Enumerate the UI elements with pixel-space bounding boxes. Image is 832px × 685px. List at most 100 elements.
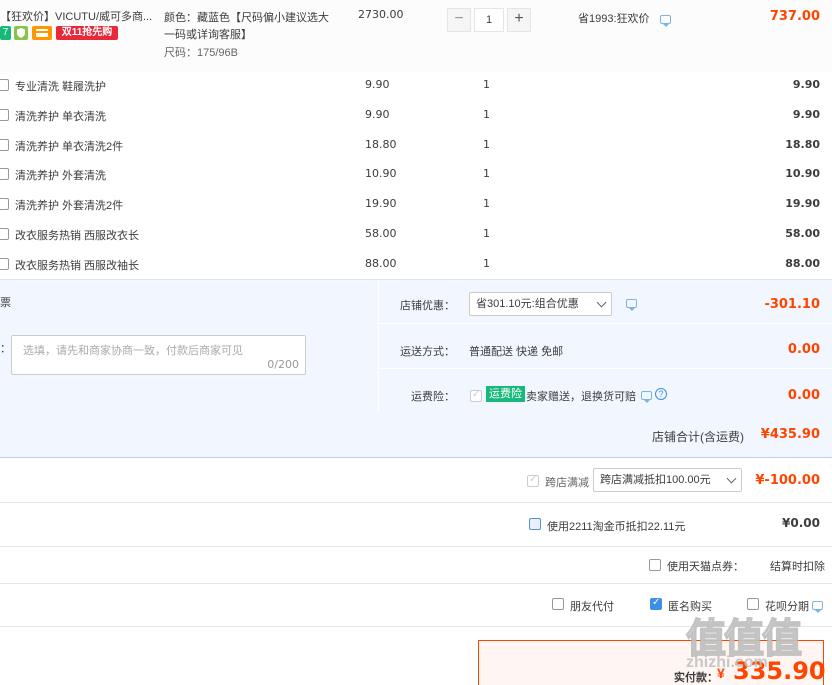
tmall-points-checkbox[interactable] [649,559,661,571]
chat-icon[interactable] [641,391,652,403]
cross-store-dropdown[interactable]: 跨店满减抵扣100.00元 [593,468,742,492]
insurance-amount: 0.00 [787,388,820,403]
service-price: 9.90 [365,78,390,91]
service-name: 改衣服务热销 西服改袖长 [15,260,140,272]
watermark-site: zhizhi.com [686,654,768,671]
main-order-item: 【狂欢价】VICUTU/威可多商... 7 双11抢先购 颜色：藏蓝色【尺码偏小… [0,0,832,72]
saving-text: 省1993:狂欢价 [578,13,650,25]
service-row: 专业清洗 鞋履洗护 9.90 1 9.90 [0,70,832,100]
panel-divider [378,280,379,413]
service-checkbox[interactable] [0,139,9,151]
discount-label: 店铺优惠： [400,300,455,312]
service-checkbox[interactable] [0,228,9,240]
cross-store-label: 跨店满减 [545,477,589,489]
friend-pay-checkbox[interactable] [552,598,564,610]
divider [0,546,832,547]
panel-divider [378,323,832,324]
badge-card-icon [32,26,52,40]
service-total: 88.00 [785,257,820,270]
service-row: 改衣服务热销 西服改袖长 88.00 1 88.00 [0,249,832,279]
shipping-amount: 0.00 [787,342,820,357]
invoice-label: 票 [0,297,11,309]
anonymous-checkbox[interactable] [650,597,662,610]
chevron-down-icon [596,297,607,308]
shop-subtotal-row: 店铺合计(含运费) ¥435.90 [0,412,832,458]
insurance-label: 运费险： [411,391,455,403]
service-qty: 1 [483,138,490,151]
service-total: 9.90 [792,108,820,121]
service-row: 清洗养护 单衣清洗 9.90 1 9.90 [0,100,832,130]
service-row: 清洗养护 外套清洗2件 19.90 1 19.90 [0,189,832,219]
service-price: 18.80 [365,138,397,151]
sku-color: 颜色：藏蓝色【尺码偏小建议选大 [164,12,329,24]
service-checkbox[interactable] [0,79,9,91]
message-textarea[interactable]: 选填，请先和商家协商一致，付款后商家可见 0/200 [11,335,306,375]
taobao-coin-checkbox[interactable] [529,518,541,530]
tmall-points-value: 结算时扣除 [770,561,825,573]
service-qty: 1 [483,197,490,210]
service-name: 清洗养护 外套清洗2件 [15,200,124,212]
discount-amount: -301.10 [764,297,820,312]
service-qty: 1 [483,108,490,121]
service-price: 10.90 [365,167,397,180]
badge-double11: 双11抢先购 [56,26,118,40]
service-qty: 1 [483,167,490,180]
qty-plus-button[interactable]: + [507,8,531,32]
service-name: 清洗养护 外套清洗 [15,170,107,182]
message-label: ： [0,343,11,355]
item-title[interactable]: 【狂欢价】VICUTU/威可多商... [0,8,158,24]
cross-store-checkbox [527,474,539,487]
chat-icon[interactable] [626,299,637,311]
service-total: 19.90 [785,197,820,210]
sku-size: 尺码：175/96B [164,47,238,59]
taobao-coin-label: 使用2211淘金币抵扣22.11元 [547,521,686,533]
service-row: 改衣服务热销 西服改衣长 58.00 1 58.00 [0,219,832,249]
service-row: 清洗养护 外套清洗 10.90 1 10.90 [0,159,832,189]
cross-store-value: 跨店满减抵扣100.00元 [600,474,711,486]
message-placeholder: 选填，请先和商家协商一致，付款后商家可见 [23,345,243,357]
service-checkbox[interactable] [0,198,9,210]
shipping-label: 运送方式： [400,346,455,358]
service-checkbox[interactable] [0,258,9,270]
discount-dropdown[interactable]: 省301.10元:组合优惠 [469,292,612,316]
insurance-tag: 运费险 [486,386,525,402]
service-qty: 1 [483,257,490,270]
message-count: 0/200 [267,358,299,371]
service-checkbox[interactable] [0,168,9,180]
panel-divider [378,368,832,369]
service-total: 18.80 [785,138,820,151]
subtotal-value: ¥435.90 [760,427,820,442]
insurance-value: 卖家赠送，退换货可赔 [526,391,636,403]
subtotal-label: 店铺合计(含运费) [652,430,744,444]
friend-pay-label: 朋友代付 [570,601,614,613]
service-row: 清洗养护 单衣清洗2件 18.80 1 18.80 [0,130,832,160]
badge-shield-icon [14,26,28,40]
chat-icon[interactable] [660,15,671,27]
unit-price: 2730.00 [358,8,404,21]
help-icon[interactable]: ? [655,388,667,400]
service-price: 88.00 [365,257,397,270]
divider [0,502,832,503]
divider [0,583,832,584]
chat-icon[interactable] [812,601,823,613]
qty-input[interactable]: 1 [474,8,504,32]
sku-color-cont: 一码或详询客服】 [164,29,252,41]
service-total: 9.90 [792,78,820,91]
tmall-points-label: 使用天猫点券： [667,561,744,573]
qty-minus-button[interactable]: − [447,8,471,32]
service-name: 清洗养护 单衣清洗 [15,111,107,123]
service-name: 清洗养护 单衣清洗2件 [15,141,124,153]
service-checkbox[interactable] [0,109,9,121]
insurance-checkbox [470,389,482,402]
service-price: 58.00 [365,227,397,240]
item-total: 737.00 [769,9,820,24]
service-price: 9.90 [365,108,390,121]
service-name: 改衣服务热销 西服改衣长 [15,230,140,242]
service-qty: 1 [483,78,490,91]
badge-seven-day: 7 [0,26,11,40]
service-price: 19.90 [365,197,397,210]
discount-value: 省301.10元:组合优惠 [476,298,579,310]
cross-store-amount: ¥-100.00 [755,473,820,488]
chevron-down-icon [726,473,737,484]
service-total: 58.00 [785,227,820,240]
